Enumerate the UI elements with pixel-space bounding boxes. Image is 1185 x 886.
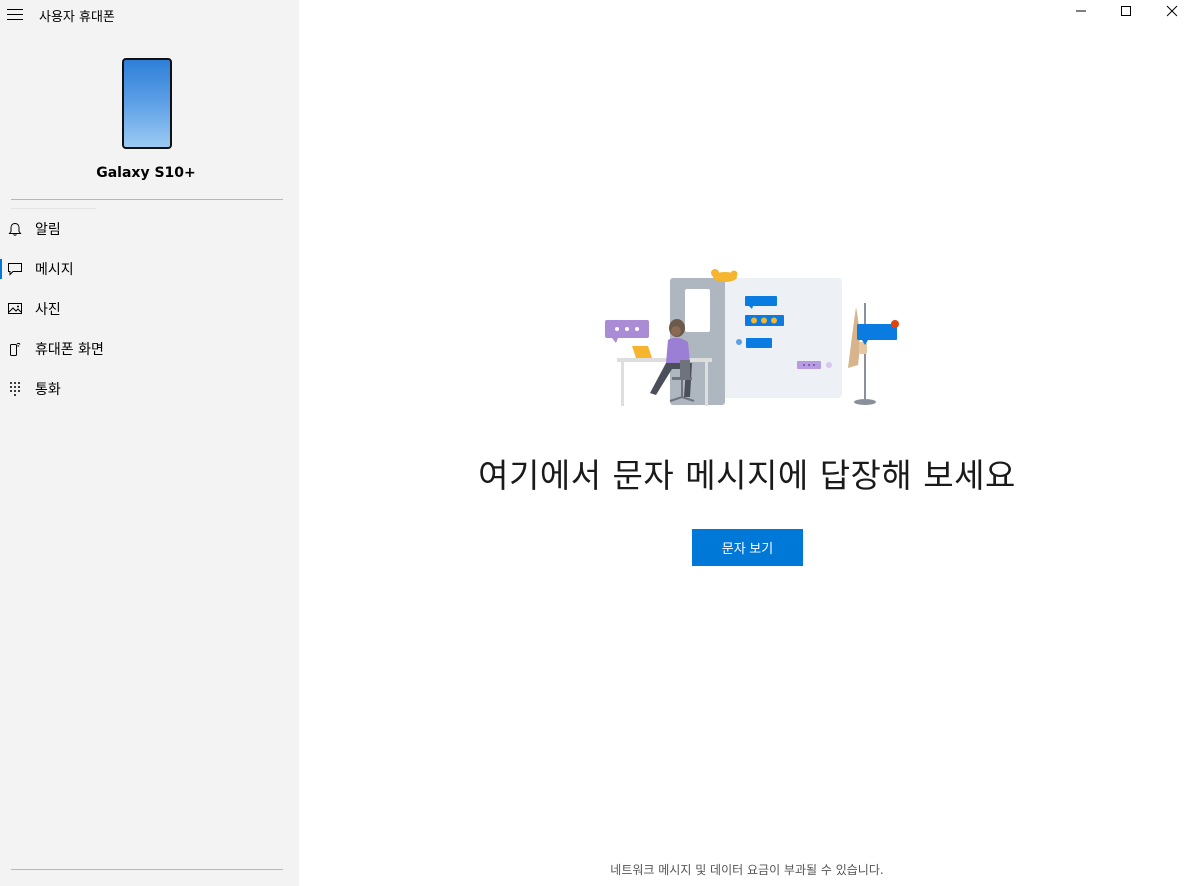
phone-screen-icon [7,341,23,357]
nav-item-messages[interactable]: 메시지 [0,249,299,289]
maximize-icon [1121,6,1131,16]
nav-item-label: 알림 [35,222,61,238]
minimize-icon [1076,10,1086,12]
app-title: 사용자 휴대폰 [39,10,115,25]
divider [11,199,283,200]
nav-item-notifications[interactable]: 알림 [0,209,299,249]
view-messages-button[interactable]: 문자 보기 [692,529,803,566]
hamburger-menu-icon[interactable] [7,9,23,21]
data-charges-note: 네트워크 메시지 및 데이터 요금이 부과될 수 있습니다. [610,863,884,877]
phone-image [122,58,172,149]
messaging-illustration [605,269,899,406]
message-icon [7,261,23,277]
nav-item-calls[interactable]: 통화 [0,369,299,409]
nav-item-photos[interactable]: 사진 [0,289,299,329]
nav-item-phone-screen[interactable]: 휴대폰 화면 [0,329,299,369]
sidebar: 사용자 휴대폰 Galaxy S10+ 알림 메시지 사진 휴대폰 화면 통화 [0,0,299,886]
nav-item-label: 통화 [35,382,61,398]
sidebar-header: 사용자 휴대폰 [0,0,299,30]
nav-item-label: 메시지 [35,262,74,278]
nav-item-label: 휴대폰 화면 [35,342,104,358]
dialpad-icon [7,381,23,397]
divider [11,869,283,870]
minimize-button[interactable] [1058,0,1104,22]
photo-icon [7,301,23,317]
maximize-button[interactable] [1103,0,1149,22]
bell-icon [7,221,23,237]
device-name: Galaxy S10+ [96,165,196,181]
nav-item-label: 사진 [35,302,61,318]
page-headline: 여기에서 문자 메시지에 답장해 보세요 [478,456,1016,495]
close-button[interactable] [1149,0,1185,22]
nav-list: 알림 메시지 사진 휴대폰 화면 통화 [0,209,299,409]
close-icon [1166,5,1178,17]
